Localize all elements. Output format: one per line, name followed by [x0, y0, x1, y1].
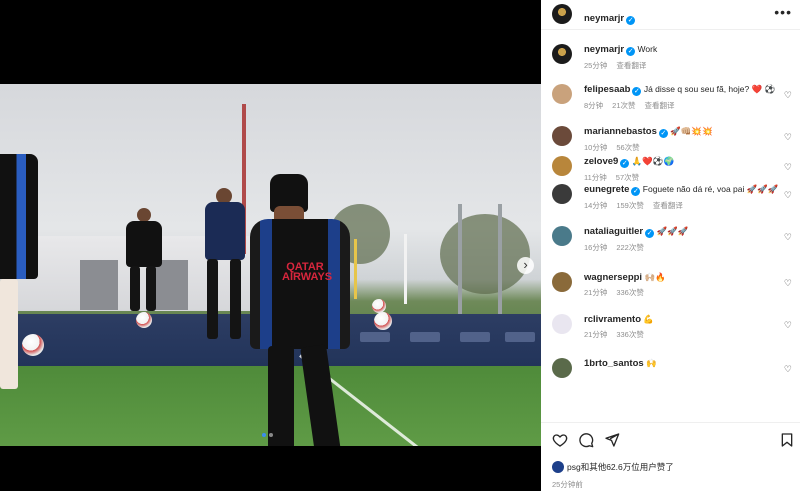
verified-badge-icon: ✓: [631, 187, 641, 196]
comment-text: 💪: [643, 314, 654, 324]
comment-likes[interactable]: 56次赞: [616, 143, 639, 152]
carousel-dot: [269, 433, 273, 437]
comment-likes[interactable]: 57次赞: [616, 173, 639, 182]
football: [374, 312, 392, 330]
carousel-dots: [262, 433, 273, 437]
more-options-icon[interactable]: •••: [774, 4, 792, 20]
comment-time: 21分钟: [584, 288, 608, 297]
comment-text: Foguete não dá ré, voa pai 🚀🚀🚀: [642, 184, 779, 194]
comment-like-heart-icon[interactable]: ♡: [784, 132, 792, 143]
comment-like-heart-icon[interactable]: ♡: [784, 232, 792, 243]
commenter-avatar[interactable]: [552, 272, 572, 292]
share-send-icon[interactable]: [604, 432, 620, 448]
verified-badge-icon: ✓: [626, 16, 636, 25]
verified-badge-icon: ✓: [626, 47, 636, 56]
football: [136, 312, 152, 328]
commenter-avatar[interactable]: [552, 126, 572, 146]
commenter-avatar[interactable]: [552, 84, 572, 104]
comment-likes[interactable]: 336次赞: [616, 288, 644, 297]
carousel-next-button[interactable]: ›: [517, 257, 534, 274]
comment-likes[interactable]: 21次赞: [612, 101, 635, 110]
comment-text: 🙏❤️⚽🌍: [631, 156, 675, 166]
commenter-avatar[interactable]: [552, 156, 572, 176]
comment-likes[interactable]: 336次赞: [616, 330, 644, 339]
commenter-avatar[interactable]: [552, 184, 572, 204]
posted-time: 25分钟前: [552, 480, 583, 489]
comment-like-heart-icon[interactable]: ♡: [784, 364, 792, 375]
like-heart-icon[interactable]: [552, 432, 568, 448]
comment-time: 11分钟: [584, 173, 607, 182]
caption-text: Work: [637, 44, 658, 54]
media-panel: QATAR AIRWAYS ›: [0, 0, 541, 491]
comments-list: neymarjr ✓ Work 25分钟 查看翻译 felipesaab ✓ Já d…: [541, 30, 800, 422]
comment-text: 🚀🚀🚀: [656, 226, 689, 236]
commenter-username[interactable]: wagnerseppi: [584, 272, 642, 283]
training-pole: [354, 239, 357, 299]
commenter-avatar[interactable]: [552, 314, 572, 334]
comment-time: 8分钟: [584, 101, 604, 110]
comment-text: 🚀👊🏼💥💥: [670, 126, 713, 136]
likes-summary[interactable]: psg和其他62.6万位用户赞了: [552, 461, 674, 473]
football: [22, 334, 44, 356]
comment-time: 21分钟: [584, 330, 608, 339]
commenter-username[interactable]: felipesaab: [584, 84, 630, 95]
verified-badge-icon: ✓: [658, 129, 668, 138]
translate-link[interactable]: 查看翻译: [616, 61, 646, 70]
comment-text: Já disse q sou seu fã, hoje? ❤️ ⚽: [643, 84, 776, 94]
commenter-username[interactable]: eunegrete: [584, 184, 629, 195]
commenter-username[interactable]: 1brto_santos: [584, 358, 644, 369]
liker-avatar: [552, 461, 564, 473]
author-username[interactable]: neymarjr: [584, 13, 624, 24]
translate-link[interactable]: 查看翻译: [645, 101, 675, 110]
post-details-panel: neymarjr ✓ ••• neymarjr ✓ Work 25分钟 查看翻译 fe…: [541, 0, 800, 491]
comment-like-heart-icon[interactable]: ♡: [784, 278, 792, 289]
background-tree: [440, 214, 530, 294]
comment-text: 🙌: [646, 358, 657, 368]
post-header: neymarjr ✓ •••: [541, 0, 800, 30]
commenter-username[interactable]: mariannebastos: [584, 126, 657, 137]
comment-bubble-icon[interactable]: [578, 432, 594, 448]
comment-likes[interactable]: 222次赞: [616, 243, 644, 252]
commenter-avatar[interactable]: [552, 226, 572, 246]
author-avatar[interactable]: [552, 4, 572, 24]
shirt-sponsor: QATAR AIRWAYS: [282, 261, 333, 283]
action-bar: psg和其他62.6万位用户赞了 25分钟前: [541, 422, 800, 491]
caption-username[interactable]: neymarjr: [584, 44, 624, 55]
translate-link[interactable]: 查看翻译: [653, 201, 683, 210]
caption-time: 25分钟: [584, 61, 608, 70]
commenter-username[interactable]: zelove9: [584, 156, 618, 167]
author-name-row: neymarjr ✓: [584, 8, 636, 26]
carousel-dot-active: [262, 433, 266, 437]
comment-like-heart-icon[interactable]: ♡: [784, 320, 792, 331]
comment-likes[interactable]: 159次赞: [616, 201, 644, 210]
comment-text: 🙌🏼🔥: [644, 272, 666, 282]
verified-badge-icon: ✓: [620, 159, 630, 168]
comment-time: 16分钟: [584, 243, 608, 252]
likes-text: psg和其他62.6万位用户赞了: [567, 462, 674, 472]
commenter-avatar[interactable]: [552, 358, 572, 378]
comment-like-heart-icon[interactable]: ♡: [784, 90, 792, 101]
verified-badge-icon: ✓: [645, 229, 655, 238]
comment-like-heart-icon[interactable]: ♡: [784, 190, 792, 201]
football: [372, 299, 386, 313]
goal-post: [404, 234, 407, 304]
verified-badge-icon: ✓: [632, 87, 642, 96]
comment-like-heart-icon[interactable]: ♡: [784, 162, 792, 173]
commenter-username[interactable]: rclivramento: [584, 314, 641, 325]
author-avatar[interactable]: [552, 44, 572, 64]
save-bookmark-icon[interactable]: [779, 432, 795, 448]
commenter-username[interactable]: nataliaguitler: [584, 226, 643, 237]
comment-time: 10分钟: [584, 143, 608, 152]
post-photo[interactable]: QATAR AIRWAYS: [0, 84, 541, 446]
chevron-right-icon: ›: [523, 257, 528, 272]
comment-time: 14分钟: [584, 201, 608, 210]
